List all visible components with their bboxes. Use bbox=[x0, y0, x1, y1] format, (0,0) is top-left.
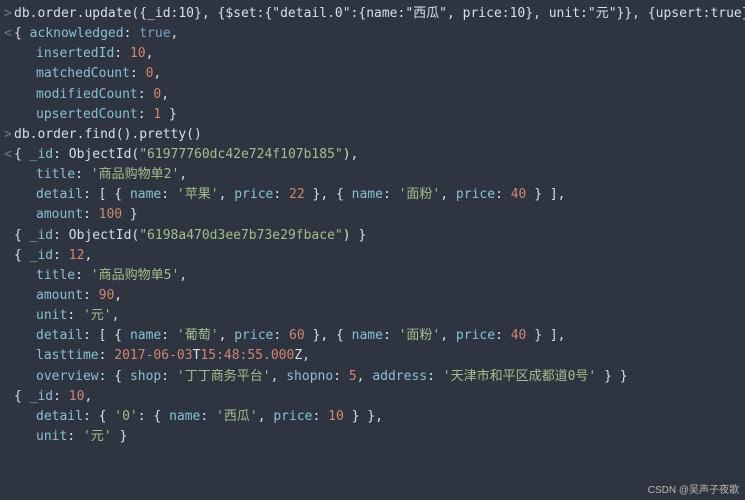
result-line: amount: 100 } bbox=[0, 205, 745, 225]
shell-command-line: >db.order.find().pretty() bbox=[0, 125, 745, 145]
result-line: lasttime: 2017-06-03T15:48:55.000Z, bbox=[0, 346, 745, 366]
result-line: detail: { '0': { name: '西瓜', price: 10 }… bbox=[0, 407, 745, 427]
result-line: { _id: 12, bbox=[0, 246, 745, 266]
terminal-output: >db.order.update({_id:10}, {$set:{"detai… bbox=[0, 4, 745, 447]
shell-command-line: >db.order.update({_id:10}, {$set:{"detai… bbox=[0, 4, 745, 24]
result-line: title: '商品购物单5', bbox=[0, 266, 745, 286]
result-line: amount: 90, bbox=[0, 286, 745, 306]
result-line: { _id: ObjectId("6198a470d3ee7b73e29fbac… bbox=[0, 226, 745, 246]
result-line: unit: '元' } bbox=[0, 427, 745, 447]
result-line: <{ acknowledged: true, bbox=[0, 24, 745, 44]
result-line: unit: '元', bbox=[0, 306, 745, 326]
result-line: insertedId: 10, bbox=[0, 44, 745, 64]
watermark-text: CSDN @吴声子夜歌 bbox=[648, 483, 739, 499]
command-text: db.order.update({_id:10}, {$set:{"detail… bbox=[14, 6, 745, 21]
command-text: db.order.find().pretty() bbox=[14, 127, 202, 142]
result-line: overview: { shop: '丁丁商务平台', shopno: 5, a… bbox=[0, 367, 745, 387]
result-line: title: '商品购物单2', bbox=[0, 165, 745, 185]
result-line: <{ _id: ObjectId("61977760dc42e724f107b1… bbox=[0, 145, 745, 165]
result-line: detail: [ { name: '苹果', price: 22 }, { n… bbox=[0, 185, 745, 205]
result-line: detail: [ { name: '葡萄', price: 60 }, { n… bbox=[0, 326, 745, 346]
result-line: { _id: 10, bbox=[0, 387, 745, 407]
result-line: upsertedCount: 1 } bbox=[0, 105, 745, 125]
result-line: modifiedCount: 0, bbox=[0, 85, 745, 105]
result-line: matchedCount: 0, bbox=[0, 64, 745, 84]
